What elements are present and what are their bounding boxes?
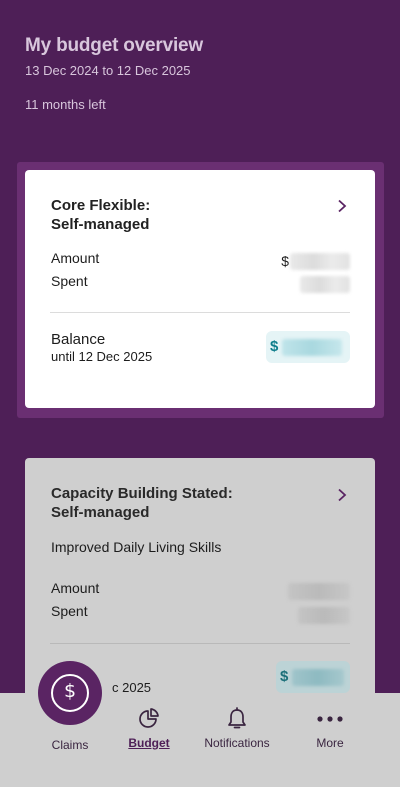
budget-card-core-flexible[interactable]: Core Flexible: Self-managed Amount $ Spe… xyxy=(25,170,375,408)
amount-currency: $ xyxy=(281,253,289,269)
page-title: My budget overview xyxy=(25,35,203,56)
card-subtitle: Improved Daily Living Skills xyxy=(51,539,222,555)
pie-chart-icon xyxy=(139,708,159,728)
nav-claims-label[interactable]: Claims xyxy=(38,738,102,752)
amount-label: Amount xyxy=(51,580,100,596)
card-title-line2: Self-managed xyxy=(51,504,150,521)
nav-notifications[interactable]: Notifications xyxy=(196,693,278,787)
date-range: 13 Dec 2024 to 12 Dec 2025 xyxy=(25,63,191,78)
balance-value-redacted xyxy=(292,669,344,686)
balance-value-redacted xyxy=(282,339,342,356)
spent-value-redacted xyxy=(300,276,350,293)
more-dots-icon xyxy=(317,716,343,722)
nav-notifications-label: Notifications xyxy=(204,736,270,750)
balance-value-pill: $ xyxy=(276,661,350,693)
dollar-sign-icon: $ xyxy=(63,680,77,702)
amount-value-redacted xyxy=(290,253,350,270)
card-title-line2: Self-managed xyxy=(51,216,150,233)
card-title-line1: Capacity Building Stated: xyxy=(51,485,233,502)
header: My budget overview 13 Dec 2024 to 12 Dec… xyxy=(25,35,380,78)
card-title-line1: Core Flexible: xyxy=(51,197,151,214)
nav-more-label: More xyxy=(316,736,344,750)
spent-label: Spent xyxy=(51,603,88,619)
balance-currency: $ xyxy=(270,338,279,355)
amount-value-redacted xyxy=(288,583,350,600)
chevron-right-icon[interactable] xyxy=(335,488,349,502)
balance-value-pill: $ xyxy=(266,331,350,363)
balance-label: Balance xyxy=(51,331,106,348)
divider xyxy=(50,312,350,313)
chevron-right-icon[interactable] xyxy=(335,199,349,213)
balance-currency: $ xyxy=(280,668,289,685)
amount-label: Amount xyxy=(51,250,100,266)
card-title: Core Flexible: Self-managed xyxy=(51,196,150,234)
bell-icon xyxy=(228,707,246,729)
claims-button[interactable]: $ xyxy=(38,661,102,725)
divider xyxy=(50,643,350,644)
spent-label: Spent xyxy=(51,273,88,289)
balance-until-date: until 12 Dec 2025 xyxy=(51,349,153,364)
spent-value-redacted xyxy=(298,607,350,624)
months-left: 11 months left xyxy=(25,97,106,112)
nav-budget-label: Budget xyxy=(128,736,170,750)
nav-more[interactable]: More xyxy=(300,693,360,787)
nav-budget[interactable]: Budget xyxy=(114,693,184,787)
card-title: Capacity Building Stated: Self-managed xyxy=(51,484,233,522)
